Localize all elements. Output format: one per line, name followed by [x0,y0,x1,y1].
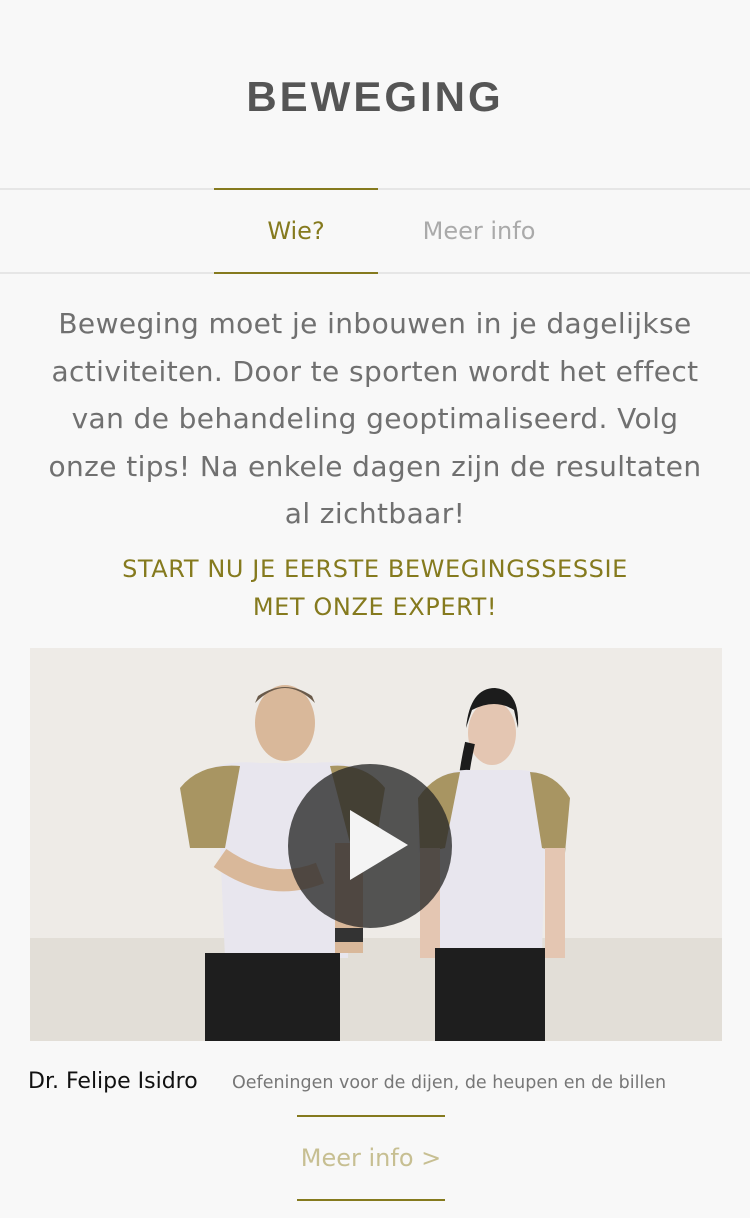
play-button-icon[interactable] [288,763,452,928]
intro-text: Beweging moet je inbouwen in je dagelijk… [48,307,702,530]
page-title: BEWEGING [246,73,504,120]
tab-wie[interactable]: Wie? [214,188,378,274]
page-header: BEWEGING [0,0,750,190]
video-player[interactable] [30,647,722,1041]
cta-line-1: START NU JE EERSTE BEWEGINGSSESSIE [122,554,628,583]
meer-info-link[interactable]: Meer info > [297,1115,445,1201]
video-description: Oefeningen voor de dijen, de heupen en d… [232,1072,667,1093]
video-caption: Dr. Felipe Isidro Oefeningen voor de dij… [0,1053,750,1109]
expert-name: Dr. Felipe Isidro [28,1068,198,1094]
tab-meer-info[interactable]: Meer info [400,190,558,272]
tab-bar: Wie? Meer info [0,188,750,274]
cta-line-2: MET ONZE EXPERT! [252,592,498,621]
cta-heading: START NU JE EERSTE BEWEGINGSSESSIE MET O… [0,550,750,626]
